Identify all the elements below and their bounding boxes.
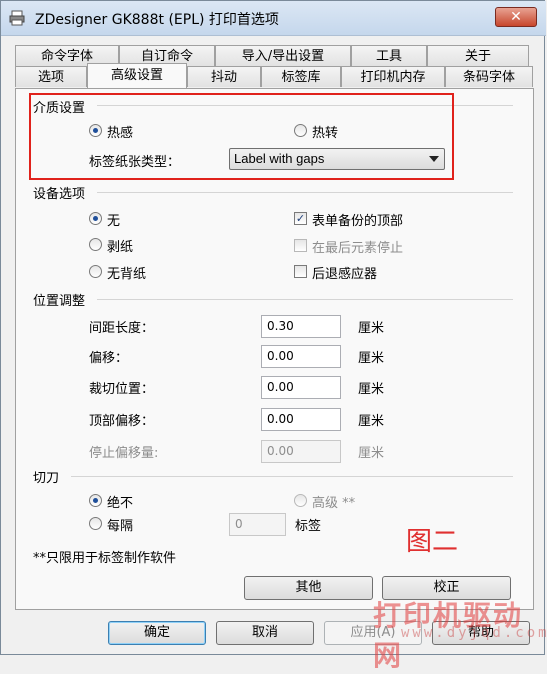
retract-sensor-label: 后退感应器 <box>312 267 378 282</box>
gap-length-input[interactable]: 0.30 <box>261 315 341 338</box>
highlight-box <box>29 93 454 180</box>
tab-options[interactable]: 选项 <box>15 66 87 87</box>
printer-icon <box>9 10 25 26</box>
stop-last-checkbox[interactable] <box>294 239 307 252</box>
advanced-radio[interactable] <box>294 494 307 507</box>
tab-about[interactable]: 关于 <box>427 45 529 66</box>
close-button[interactable]: ✕ <box>495 7 537 27</box>
window-title: ZDesigner GK888t (EPL) 打印首选项 <box>35 12 279 28</box>
never-label: 绝不 <box>107 496 134 511</box>
dialog-window: ZDesigner GK888t (EPL) 打印首选项 ✕ 命令字体 自订命令… <box>0 0 547 672</box>
never-radio[interactable] <box>89 494 102 507</box>
unit-label: 厘米 <box>358 351 385 366</box>
tab-tools[interactable]: 工具 <box>351 45 427 66</box>
peel-label: 剥纸 <box>107 240 134 255</box>
device-none-label: 无 <box>107 214 121 229</box>
unit-label: 厘米 <box>358 446 385 461</box>
peel-radio[interactable] <box>89 238 102 251</box>
tab-printer-memory[interactable]: 打印机内存 <box>341 66 445 87</box>
tab-label-library[interactable]: 标签库 <box>261 66 341 87</box>
offset-input[interactable]: 0.00 <box>261 345 341 368</box>
tab-advanced-settings[interactable]: 高级设置 <box>87 63 187 88</box>
retract-sensor-checkbox[interactable] <box>294 265 307 278</box>
cancel-button[interactable]: 取消 <box>216 621 314 645</box>
footnote: **只限用于标签制作软件 <box>33 551 177 566</box>
tab-barcode-font[interactable]: 条码字体 <box>445 66 533 87</box>
every-unit-label: 标签 <box>295 519 322 534</box>
device-options-heading: 设备选项 <box>33 187 86 202</box>
form-backup-label: 表单备份的顶部 <box>312 214 404 229</box>
position-heading: 位置调整 <box>33 294 86 309</box>
unit-label: 厘米 <box>358 321 385 336</box>
every-count-input[interactable]: 0 <box>229 513 286 536</box>
cutter-heading: 切刀 <box>33 471 60 486</box>
ok-button[interactable]: 确定 <box>108 621 206 645</box>
form-backup-checkbox[interactable]: ✓ <box>294 212 307 225</box>
no-backing-label: 无背纸 <box>107 267 147 282</box>
close-icon: ✕ <box>510 9 522 25</box>
cut-position-label: 裁切位置： <box>89 382 155 397</box>
annotation-label: 图二 <box>406 527 459 557</box>
tab-import-export[interactable]: 导入/导出设置 <box>215 45 351 66</box>
divider <box>71 476 513 477</box>
other-button[interactable]: 其他 <box>244 576 373 600</box>
offset-label: 偏移： <box>89 351 129 366</box>
stop-offset-input[interactable]: 0.00 <box>261 440 341 463</box>
stop-last-label: 在最后元素停止 <box>312 241 404 256</box>
tab-dithering[interactable]: 抖动 <box>187 66 261 87</box>
no-backing-radio[interactable] <box>89 265 102 278</box>
divider <box>97 192 513 193</box>
divider <box>97 299 513 300</box>
top-offset-input[interactable]: 0.00 <box>261 408 341 431</box>
unit-label: 厘米 <box>358 382 385 397</box>
watermark-url: www.dyjqd.com <box>401 625 547 641</box>
every-radio[interactable] <box>89 517 102 530</box>
device-none-radio[interactable] <box>89 212 102 225</box>
advanced-label: 高级 ** <box>312 496 356 511</box>
title-bar[interactable]: ZDesigner GK888t (EPL) 打印首选项 ✕ <box>1 1 546 36</box>
top-offset-label: 顶部偏移： <box>89 414 155 429</box>
every-label: 每隔 <box>107 519 134 534</box>
stop-offset-label: 停止偏移量: <box>89 446 159 461</box>
unit-label: 厘米 <box>358 414 385 429</box>
cut-position-input[interactable]: 0.00 <box>261 376 341 399</box>
gap-length-label: 间距长度： <box>89 321 155 336</box>
